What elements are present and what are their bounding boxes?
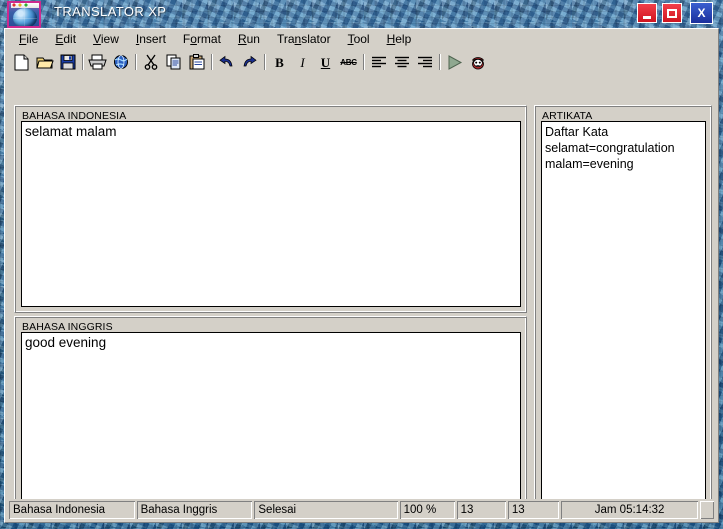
status-line: 13 xyxy=(457,501,506,519)
source-text-editor[interactable]: selamat malam xyxy=(21,121,521,307)
menu-item-insert[interactable]: Insert xyxy=(128,30,175,48)
menu-item-file[interactable]: File xyxy=(11,30,47,48)
menu-item-edit[interactable]: Edit xyxy=(47,30,85,48)
status-bar: Bahasa Indonesia Bahasa Inggris Selesai … xyxy=(7,499,716,521)
new-document-icon[interactable] xyxy=(10,51,33,73)
status-source-language: Bahasa Indonesia xyxy=(9,501,135,519)
open-folder-icon[interactable] xyxy=(33,51,56,73)
title-bar[interactable]: TRANSLATOR XP X xyxy=(0,0,723,28)
align-right-icon[interactable] xyxy=(413,51,436,73)
globe-icon xyxy=(13,8,37,26)
copy-icon[interactable] xyxy=(162,51,185,73)
cut-scissors-icon[interactable] xyxy=(139,51,162,73)
panel-bahasa-inggris: BAHASA INGGRIS good evening xyxy=(14,316,527,516)
run-play-icon[interactable] xyxy=(443,51,466,73)
application-window: TRANSLATOR XP X File Edit View Insert Fo… xyxy=(0,0,723,529)
paste-clipboard-icon[interactable] xyxy=(185,51,208,73)
menu-item-format[interactable]: Format xyxy=(175,30,230,48)
dictionary-text-editor[interactable]: Daftar Kata selamat=congratulation malam… xyxy=(541,121,706,510)
status-target-language: Bahasa Inggris xyxy=(137,501,253,519)
align-center-icon[interactable] xyxy=(390,51,413,73)
minimize-button[interactable] xyxy=(637,3,657,23)
menu-bar: File Edit View Insert Format Run Transla… xyxy=(5,29,718,49)
underline-icon[interactable]: U xyxy=(314,51,337,73)
window-title: TRANSLATOR XP xyxy=(54,4,167,19)
undo-icon[interactable] xyxy=(215,51,238,73)
minimize-icon xyxy=(638,4,656,22)
app-icon[interactable] xyxy=(7,1,41,28)
status-zoom: 100 % xyxy=(400,501,455,519)
toolbar: B I U ABC xyxy=(5,49,718,75)
mascot-icon[interactable] xyxy=(466,51,489,73)
status-clock: Jam 05:14:32 xyxy=(561,501,698,519)
toolbar-separator xyxy=(261,53,268,71)
menu-item-run[interactable]: Run xyxy=(230,30,269,48)
redo-icon[interactable] xyxy=(238,51,261,73)
toolbar-separator xyxy=(79,53,86,71)
status-column: 13 xyxy=(508,501,559,519)
target-text-editor[interactable]: good evening xyxy=(21,332,521,510)
panel-artikata: ARTIKATA Daftar Kata selamat=congratulat… xyxy=(534,105,712,516)
print-icon[interactable] xyxy=(86,51,109,73)
toolbar-separator xyxy=(360,53,367,71)
toolbar-separator xyxy=(132,53,139,71)
globe-icon[interactable] xyxy=(109,51,132,73)
save-floppy-icon[interactable] xyxy=(56,51,79,73)
status-resize-grip[interactable] xyxy=(700,501,715,519)
align-left-icon[interactable] xyxy=(367,51,390,73)
toolbar-separator xyxy=(436,53,443,71)
menu-item-view[interactable]: View xyxy=(85,30,128,48)
toolbar-separator xyxy=(208,53,215,71)
italic-icon[interactable]: I xyxy=(291,51,314,73)
bold-icon[interactable]: B xyxy=(268,51,291,73)
client-area: File Edit View Insert Format Run Transla… xyxy=(4,28,719,523)
panel-bahasa-indonesia: BAHASA INDONESIA selamat malam xyxy=(14,105,527,313)
close-button[interactable]: X xyxy=(690,2,713,24)
menu-item-tool[interactable]: Tool xyxy=(340,30,379,48)
spellcheck-abc-icon[interactable]: ABC xyxy=(337,51,360,73)
menu-item-translator[interactable]: Translator xyxy=(269,30,340,48)
close-icon: X xyxy=(697,6,706,20)
status-state: Selesai xyxy=(254,501,397,519)
maximize-icon xyxy=(663,4,681,22)
menu-item-help[interactable]: Help xyxy=(379,30,421,48)
maximize-button[interactable] xyxy=(662,3,682,23)
